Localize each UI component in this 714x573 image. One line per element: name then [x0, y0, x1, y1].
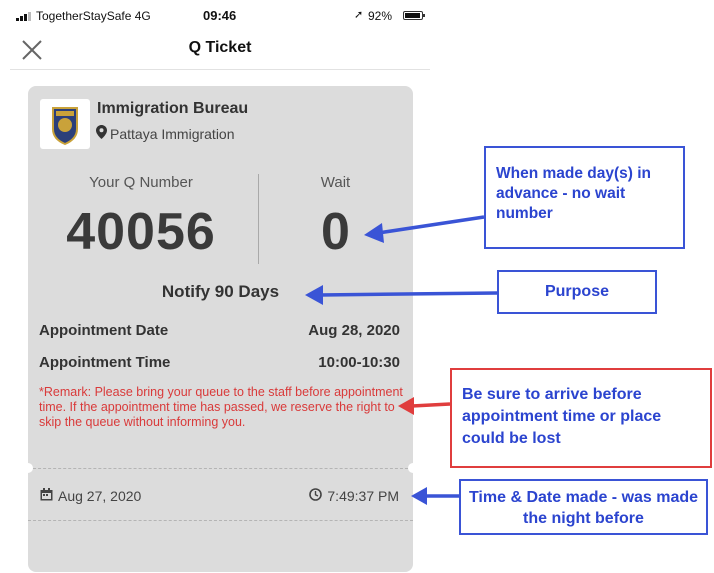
annotation-made-note: Time & Date made - was made the night be… — [459, 479, 708, 535]
arrow-to-created-time — [411, 487, 459, 505]
signal-icon — [16, 11, 34, 21]
wait-label: Wait — [320, 174, 351, 191]
created-time-value: 7:49:37 PM — [327, 488, 399, 504]
battery-icon — [403, 11, 425, 20]
map-pin-icon — [96, 125, 107, 142]
immigration-logo — [40, 99, 90, 149]
annotation-wait-note: When made day(s) in advance - no wait nu… — [484, 146, 685, 249]
appointment-time-label: Appointment Time — [39, 354, 171, 371]
ticket-card: Immigration Bureau Pattaya Immigration Y… — [23, 86, 418, 572]
appointment-date-label: Appointment Date — [39, 322, 169, 339]
organization-name: Immigration Bureau — [97, 100, 249, 117]
appointment-date-value: Aug 28, 2020 — [308, 322, 400, 339]
ticket-notch-right — [408, 463, 418, 473]
calendar-icon — [40, 488, 53, 504]
clock: 09:46 — [203, 8, 237, 23]
dashed-divider-bottom — [28, 520, 413, 521]
created-date: Aug 27, 2020 — [40, 488, 141, 504]
remark-text: *Remark: Please bring your queue to the … — [39, 385, 403, 429]
annotation-purpose-note: Purpose — [497, 270, 657, 314]
q-number-label: Your Q Number — [89, 174, 193, 191]
purpose: Notify 90 Days — [161, 282, 280, 301]
wait-number: 0 — [321, 203, 350, 261]
clock-icon — [309, 488, 323, 504]
q-number: 40056 — [66, 203, 216, 261]
organization-location: Pattaya Immigration — [96, 125, 235, 142]
status-bar: TogetherStaySafe 4G 09:46 ➚ 92% — [0, 0, 440, 30]
appointment-time-value: 10:00-10:30 — [318, 354, 400, 371]
created-time: 7:49:37 PM — [309, 488, 399, 504]
location-label: Pattaya Immigration — [110, 125, 235, 142]
created-date-value: Aug 27, 2020 — [58, 488, 142, 504]
location-arrow-icon: ➚ — [354, 9, 364, 21]
vertical-divider — [258, 174, 259, 264]
page-title: Q Ticket — [188, 39, 252, 56]
annotation-arrive-note: Be sure to arrive before appointment tim… — [450, 368, 712, 468]
nav-bar: Q Ticket — [10, 30, 430, 70]
carrier-label: TogetherStaySafe 4G — [36, 9, 151, 23]
dashed-divider — [28, 468, 413, 469]
ticket-notch-left — [23, 463, 33, 473]
battery-percent: 92% — [368, 9, 393, 23]
